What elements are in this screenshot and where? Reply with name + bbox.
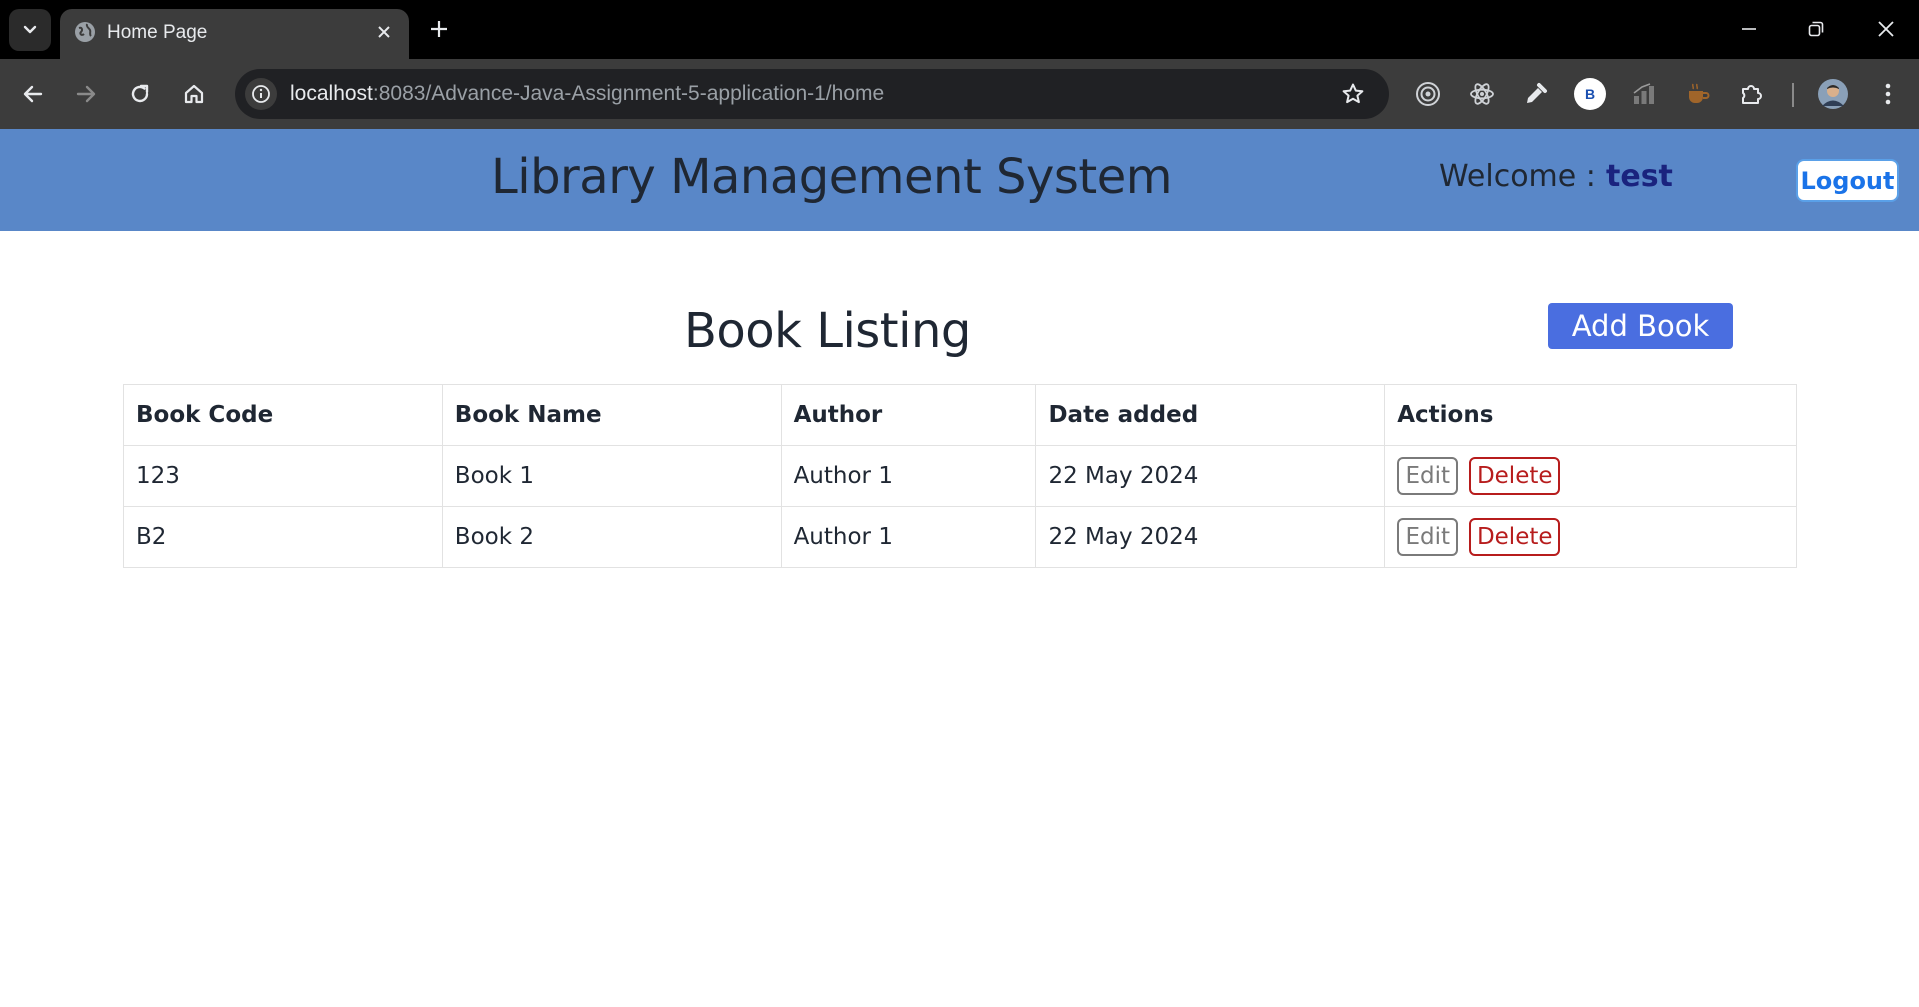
cell-author: Author 1: [780, 445, 1037, 507]
extensions-menu-button[interactable]: [1734, 76, 1770, 112]
url-host: localhost: [290, 82, 373, 105]
toolbar-separator: [1792, 83, 1794, 107]
cell-book-code: B2: [123, 506, 443, 568]
cell-actions: Edit Delete: [1384, 445, 1797, 507]
extension-chart-button[interactable]: [1626, 76, 1662, 112]
plus-icon: [431, 21, 447, 37]
edit-button[interactable]: Edit: [1397, 518, 1459, 556]
close-icon: [378, 26, 390, 38]
close-icon: [1878, 21, 1894, 37]
browser-tab[interactable]: Home Page: [60, 9, 409, 59]
address-bar[interactable]: localhost:8083/Advance-Java-Assignment-5…: [235, 69, 1389, 119]
b-badge-letter: B: [1584, 86, 1596, 102]
avatar-icon: [1818, 79, 1848, 109]
app-header: Library Management System Welcome : test…: [0, 129, 1919, 231]
eyedropper-icon: [1527, 83, 1547, 103]
url-text: localhost:8083/Advance-Java-Assignment-5…: [290, 82, 884, 106]
delete-button[interactable]: Delete: [1469, 457, 1561, 495]
info-icon: [252, 85, 270, 103]
bar-chart-icon: [1633, 83, 1654, 104]
atom-icon: [1470, 83, 1494, 105]
extension-target-button[interactable]: [1410, 76, 1446, 112]
logout-button[interactable]: Logout: [1796, 159, 1899, 202]
column-header-date-added: Date added: [1035, 384, 1386, 446]
coffee-icon: [1689, 83, 1710, 103]
browser-toolbar: localhost:8083/Advance-Java-Assignment-5…: [0, 59, 1919, 129]
table-row: B2 Book 2 Author 1 22 May 2024 Edit Delet…: [123, 506, 1797, 568]
minimize-icon: [1742, 28, 1756, 30]
cell-date-added: 22 May 2024: [1035, 506, 1386, 568]
site-info-button[interactable]: [245, 78, 277, 110]
delete-button[interactable]: Delete: [1469, 518, 1561, 556]
cell-date-added: 22 May 2024: [1035, 445, 1386, 507]
extension-eyedropper-button[interactable]: [1518, 76, 1554, 112]
tab-search-button[interactable]: [9, 9, 51, 51]
column-header-book-code: Book Code: [123, 384, 443, 446]
edit-button[interactable]: Edit: [1397, 457, 1459, 495]
column-header-actions: Actions: [1384, 384, 1797, 446]
tab-title: Home Page: [107, 22, 208, 43]
restore-button[interactable]: [1793, 12, 1839, 46]
extension-profile-b-button[interactable]: B: [1572, 76, 1608, 112]
url-path: :8083/Advance-Java-Assignment-5-applicat…: [372, 82, 885, 105]
browser-tab-bar: Home Page: [0, 0, 1919, 59]
page-heading: Book Listing: [684, 303, 971, 359]
book-table: Book Code Book Name Author Date added Ac…: [123, 384, 1797, 568]
new-tab-button[interactable]: [424, 14, 454, 44]
home-button[interactable]: [176, 76, 212, 112]
table-header-row: Book Code Book Name Author Date added Ac…: [123, 384, 1797, 446]
back-button[interactable]: [15, 76, 51, 112]
tab-close-button[interactable]: [372, 20, 396, 44]
minimize-button[interactable]: [1726, 12, 1772, 46]
column-header-book-name: Book Name: [441, 384, 782, 446]
arrow-right-icon: [76, 85, 96, 103]
puzzle-icon: [1742, 85, 1762, 104]
forward-button[interactable]: [68, 76, 104, 112]
app-title: Library Management System: [491, 149, 1173, 205]
cell-book-code: 123: [123, 445, 443, 507]
chevron-down-icon: [23, 25, 37, 34]
welcome-label: Welcome :: [1439, 159, 1596, 194]
restore-icon: [1808, 21, 1824, 37]
add-book-button[interactable]: Add Book: [1548, 303, 1733, 349]
welcome-username: test: [1606, 159, 1673, 194]
extension-react-button[interactable]: [1464, 76, 1500, 112]
profile-button[interactable]: [1815, 76, 1851, 112]
cell-author: Author 1: [780, 506, 1037, 568]
browser-menu-button[interactable]: [1870, 76, 1906, 112]
cell-book-name: Book 2: [441, 506, 782, 568]
home-icon: [184, 84, 204, 104]
extension-coffee-button[interactable]: [1680, 76, 1716, 112]
more-vertical-icon: [1885, 83, 1891, 105]
cell-book-name: Book 1: [441, 445, 782, 507]
table-row: 123 Book 1 Author 1 22 May 2024 Edit Dele…: [123, 445, 1797, 507]
close-window-button[interactable]: [1863, 12, 1909, 46]
bookmark-button[interactable]: [1339, 80, 1367, 108]
reload-icon: [131, 84, 149, 103]
b-badge-icon: B: [1574, 78, 1606, 110]
target-icon: [1416, 82, 1440, 106]
star-icon: [1342, 83, 1364, 104]
globe-icon: [75, 22, 95, 42]
arrow-left-icon: [23, 85, 43, 103]
cell-actions: Edit Delete: [1384, 506, 1797, 568]
column-header-author: Author: [780, 384, 1037, 446]
reload-button[interactable]: [122, 76, 158, 112]
